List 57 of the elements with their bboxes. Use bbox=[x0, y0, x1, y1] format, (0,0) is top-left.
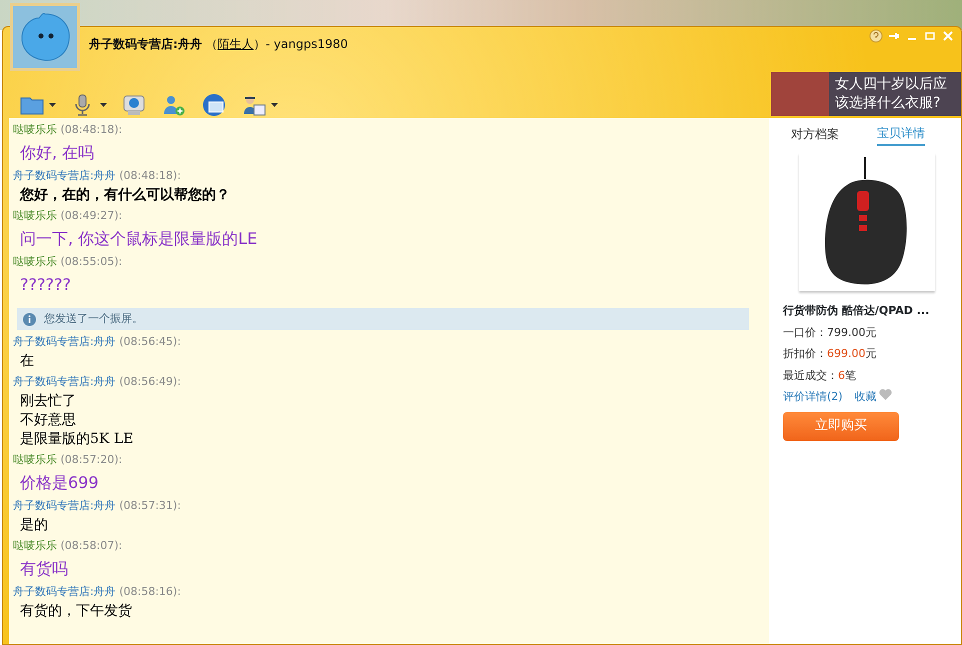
panel-tab[interactable]: 宝贝详情 bbox=[877, 124, 925, 146]
message-text: 你好, 在吗 bbox=[19, 142, 96, 164]
sender-name: 哒唛乐乐 bbox=[13, 453, 57, 466]
caret-icon[interactable] bbox=[271, 103, 278, 107]
ad-text: 女人四十岁以后应 该选择什么衣服? bbox=[834, 75, 947, 113]
price-unit: 元 bbox=[866, 347, 876, 360]
message-text: 是的 bbox=[19, 516, 49, 535]
price-label: 一口价： bbox=[783, 326, 827, 338]
globe-button[interactable] bbox=[201, 92, 227, 118]
reviews-link[interactable]: 评价详情(2) bbox=[783, 389, 843, 406]
sender-name: 舟子数码专营店:舟舟 bbox=[13, 499, 116, 512]
sender-name: 哒唛乐乐 bbox=[13, 255, 57, 268]
message-time: (08:56:45): bbox=[119, 335, 181, 348]
message-time: (08:49:27): bbox=[60, 209, 122, 222]
panel-tab[interactable]: 对方档案 bbox=[791, 124, 839, 146]
message-time: (08:55:05): bbox=[60, 255, 122, 268]
ad-banner[interactable]: 女人四十岁以后应 该选择什么衣服? bbox=[771, 72, 961, 116]
photo-placeholder bbox=[771, 72, 829, 116]
message-text: 您好，在的，有什么可以帮您的？ bbox=[18, 186, 231, 205]
help-icon[interactable] bbox=[869, 29, 883, 43]
message-time: (08:58:16): bbox=[119, 585, 181, 598]
sender-name: 舟子数码专营店:舟舟 bbox=[13, 585, 116, 598]
window-title: 舟子数码专营店:舟舟 （陌生人）- yangps1980 bbox=[89, 36, 348, 53]
favorite-link[interactable]: 收藏 bbox=[854, 389, 877, 406]
sender-name: 舟子数码专营店:舟舟 bbox=[13, 375, 116, 388]
message-text: ?????? bbox=[19, 274, 72, 296]
sender-name: 哒唛乐乐 bbox=[13, 123, 57, 136]
message-time: (08:56:49): bbox=[119, 375, 181, 388]
message-time: (08:57:20): bbox=[60, 453, 122, 466]
message-text: 有货的，下午发货 bbox=[19, 602, 133, 621]
message-text: 刚去忙了 不好意思 是限量版的5K LE bbox=[19, 392, 134, 449]
sender-name: 舟子数码专营店:舟舟 bbox=[13, 169, 116, 182]
caret-icon[interactable] bbox=[100, 103, 107, 107]
message-text: 在 bbox=[19, 352, 35, 371]
message-time: (08:48:18): bbox=[119, 169, 181, 182]
notice-text: 您发送了一个振屏。 bbox=[44, 310, 143, 327]
sender-name: 舟子数码专营店:舟舟 bbox=[13, 335, 116, 348]
message-time: (08:58:07): bbox=[60, 539, 122, 552]
price-unit: 笔 bbox=[845, 368, 856, 382]
price-unit: 元 bbox=[866, 326, 876, 338]
caret-icon[interactable] bbox=[49, 103, 56, 107]
info-icon bbox=[23, 312, 36, 326]
sender-name: 哒唛乐乐 bbox=[13, 209, 57, 222]
sender-name: 哒唛乐乐 bbox=[13, 539, 57, 552]
price-label: 折扣价： bbox=[783, 347, 827, 360]
message-text: 有货吗 bbox=[19, 558, 69, 580]
message-time: (08:57:31): bbox=[119, 499, 181, 512]
price-value: 699.00 bbox=[827, 347, 866, 360]
avatar-icon bbox=[10, 3, 80, 71]
buy-button[interactable]: 立即购买 bbox=[783, 412, 899, 440]
product-title[interactable]: 行货带防伪 酷倍达/QPAD ... bbox=[783, 303, 961, 320]
price-value: 6 bbox=[838, 368, 845, 382]
price-value: 799.00 bbox=[827, 326, 866, 338]
message-text: 问一下, 你这个鼠标是限量版的LE bbox=[19, 228, 258, 250]
price-label: 最近成交： bbox=[783, 368, 838, 382]
message-time: (08:48:18): bbox=[60, 123, 122, 136]
message-text: 价格是699 bbox=[19, 472, 100, 494]
